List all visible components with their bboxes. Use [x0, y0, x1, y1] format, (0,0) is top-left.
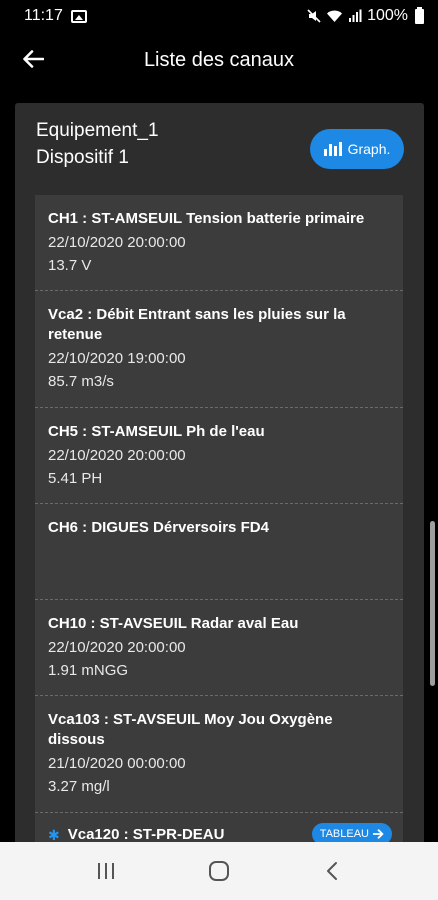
graph-button-label: Graph. [347, 141, 391, 157]
arrow-left-icon [23, 50, 44, 68]
home-button[interactable] [189, 851, 249, 891]
battery-icon [415, 6, 424, 24]
status-right: 100% [307, 6, 424, 25]
back-nav-button[interactable] [302, 851, 362, 891]
scrollbar-thumb[interactable] [430, 521, 435, 686]
back-button[interactable] [18, 44, 48, 74]
channel-title: CH1 : ST-AMSEUIL Tension batterie primai… [48, 210, 365, 227]
channel-item[interactable]: Vca2 : Débit Entrant sans les pluies sur… [35, 291, 403, 408]
status-left: 11:17 [24, 7, 87, 25]
channel-date: 22/10/2020 19:00:00 [48, 350, 186, 367]
channel-title: CH6 : DIGUES Dérversoirs FD4 [48, 519, 269, 536]
channel-date: 22/10/2020 20:00:00 [48, 447, 186, 464]
channel-item[interactable]: CH6 : DIGUES Dérversoirs FD4 [35, 504, 403, 600]
card-header: Equipement_1 Dispositif 1 Graph. [36, 117, 404, 179]
bar-chart-icon [323, 142, 342, 156]
channel-item[interactable]: Vca103 : ST-AVSEUIL Moy Jou Oxygène diss… [35, 696, 403, 813]
channel-date: 22/10/2020 20:00:00 [48, 234, 186, 251]
channel-value: 13.7 V [48, 257, 92, 274]
mute-icon [307, 9, 321, 23]
signal-icon [349, 9, 362, 22]
status-time: 11:17 [24, 7, 63, 24]
system-nav-bar [0, 842, 438, 900]
asterisk-icon: ✱ [48, 826, 60, 843]
channel-date: 21/10/2020 00:00:00 [48, 755, 186, 772]
chevron-left-icon [326, 862, 337, 880]
page-title: Liste des canaux [143, 48, 295, 71]
channel-value: 3.27 mg/l [48, 778, 110, 795]
channel-item[interactable]: CH5 : ST-AMSEUIL Ph de l'eau 22/10/2020 … [35, 408, 403, 504]
image-notification-icon [70, 9, 87, 23]
wifi-icon [327, 10, 343, 22]
channel-item[interactable]: CH10 : ST-AVSEUIL Radar aval Eau 22/10/2… [35, 600, 403, 696]
battery-percent: 100% [367, 7, 408, 24]
arrow-right-icon [373, 829, 384, 839]
channel-value: 85.7 m3/s [48, 373, 114, 390]
recent-apps-button[interactable] [76, 851, 136, 891]
status-bar: 11:17 100% [0, 0, 438, 32]
channel-title: Vca2 : Débit Entrant sans les pluies sur… [48, 306, 346, 343]
channel-title: CH10 : ST-AVSEUIL Radar aval Eau [48, 615, 299, 632]
home-icon [208, 861, 229, 881]
channel-value: 5.41 PH [48, 470, 103, 487]
channel-title: Vca103 : ST-AVSEUIL Moy Jou Oxygène diss… [48, 711, 333, 748]
tableau-button-label: TABLEAU [319, 828, 369, 840]
app-bar: Liste des canaux [0, 32, 438, 88]
channel-item[interactable]: CH1 : ST-AMSEUIL Tension batterie primai… [35, 195, 403, 291]
recent-apps-icon [98, 863, 115, 879]
channel-date: 22/10/2020 20:00:00 [48, 639, 186, 656]
graph-button[interactable]: Graph. [310, 129, 404, 169]
channel-title: CH5 : ST-AMSEUIL Ph de l'eau [48, 423, 265, 440]
equipment-card: Equipement_1 Dispositif 1 Graph. CH1 : S… [15, 103, 424, 863]
channel-value: 1.91 mNGG [48, 662, 129, 679]
channel-list: CH1 : ST-AMSEUIL Tension batterie primai… [35, 195, 403, 863]
